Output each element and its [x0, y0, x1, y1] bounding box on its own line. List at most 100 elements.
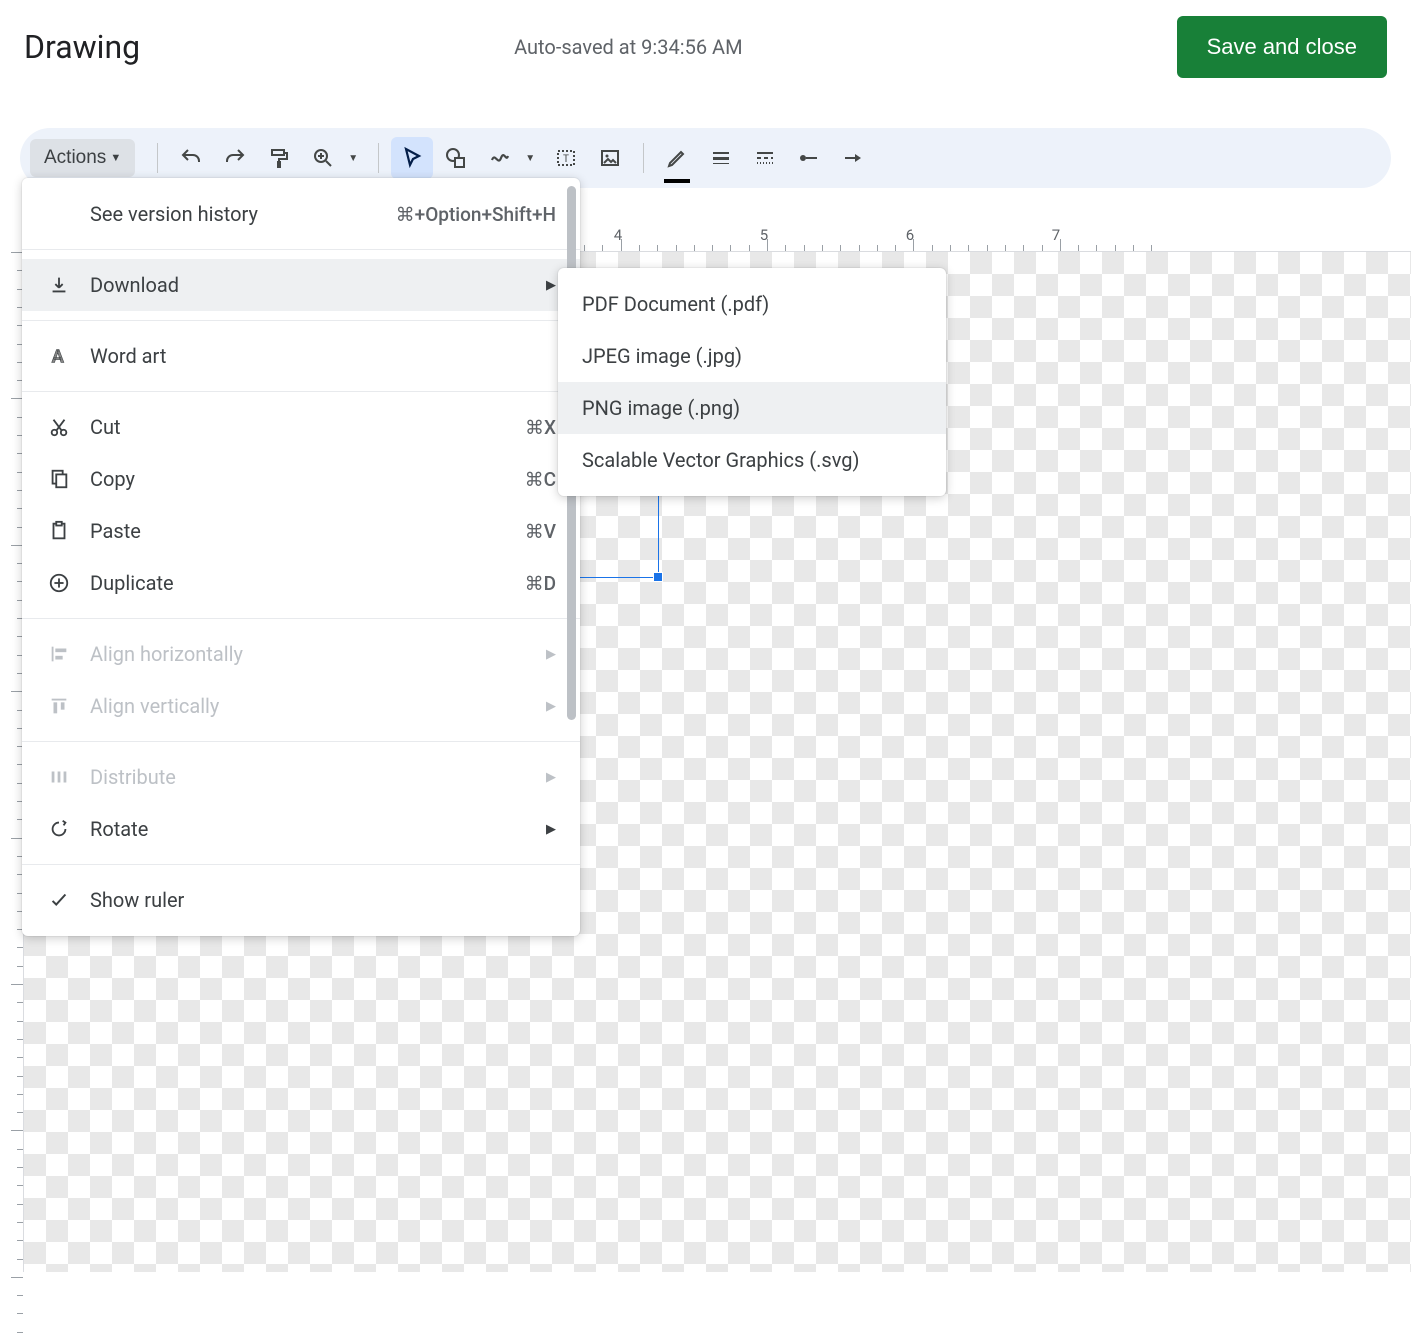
- menu-item-label: Rotate: [90, 817, 538, 841]
- line-tool-button[interactable]: [479, 137, 521, 179]
- actions-menu-button[interactable]: Actions ▼: [30, 139, 135, 177]
- menu-item-shortcut: ⌘+Option+Shift+H: [396, 203, 556, 226]
- submenu-item-label: PNG image (.png): [582, 396, 740, 420]
- menu-separator: [22, 618, 580, 619]
- submenu-arrow-icon: ▶: [546, 770, 556, 785]
- menu-item-label: Cut: [90, 415, 525, 439]
- submenu-item-label: JPEG image (.jpg): [582, 344, 742, 368]
- border-color-swatch: [664, 179, 690, 183]
- submenu-arrow-icon: ▶: [546, 278, 556, 293]
- word-art-icon: A: [46, 343, 72, 369]
- actions-label: Actions: [44, 147, 106, 169]
- menu-item-label: Align horizontally: [90, 642, 538, 666]
- menu-item-paste[interactable]: Paste ⌘V: [22, 505, 580, 557]
- undo-button[interactable]: [170, 137, 212, 179]
- border-weight-button[interactable]: [700, 137, 742, 179]
- menu-item-shortcut: ⌘X: [525, 416, 556, 439]
- submenu-arrow-icon: ▶: [546, 699, 556, 714]
- download-icon: [46, 272, 72, 298]
- shape-tool-button[interactable]: [435, 137, 477, 179]
- redo-button[interactable]: [214, 137, 256, 179]
- svg-text:A: A: [52, 346, 65, 367]
- submenu-item-label: Scalable Vector Graphics (.svg): [582, 448, 859, 472]
- menu-item-label: Duplicate: [90, 571, 525, 595]
- textbox-tool-button[interactable]: T: [545, 137, 587, 179]
- paint-format-button[interactable]: [258, 137, 300, 179]
- cursor-icon: [400, 146, 424, 170]
- vertical-ruler: [0, 252, 24, 1272]
- line-start-button[interactable]: [788, 137, 830, 179]
- redo-icon: [223, 146, 247, 170]
- menu-item-label: Show ruler: [90, 888, 556, 912]
- menu-item-label: Distribute: [90, 765, 538, 789]
- save-and-close-button[interactable]: Save and close: [1177, 16, 1387, 78]
- border-dash-button[interactable]: [744, 137, 786, 179]
- image-icon: [598, 146, 622, 170]
- menu-item-distribute: Distribute ▶: [22, 751, 580, 803]
- line-end-button[interactable]: [832, 137, 874, 179]
- menu-separator: [22, 741, 580, 742]
- toolbar-separator: [643, 143, 644, 173]
- menu-item-label: Paste: [90, 519, 525, 543]
- menu-item-shortcut: ⌘C: [525, 468, 556, 491]
- paint-roller-icon: [267, 146, 291, 170]
- menu-item-copy[interactable]: Copy ⌘C: [22, 453, 580, 505]
- undo-icon: [179, 146, 203, 170]
- menu-item-word-art[interactable]: A Word art: [22, 330, 580, 382]
- actions-dropdown-menu: See version history ⌘+Option+Shift+H Dow…: [22, 178, 580, 936]
- menu-item-download[interactable]: Download ▶: [22, 259, 580, 311]
- line-dropdown[interactable]: ▼: [523, 153, 537, 164]
- download-submenu: PDF Document (.pdf) JPEG image (.jpg) PN…: [558, 268, 946, 496]
- duplicate-icon: [46, 570, 72, 596]
- menu-item-rotate[interactable]: Rotate ▶: [22, 803, 580, 855]
- menu-item-label: See version history: [90, 202, 396, 226]
- pencil-icon: [665, 146, 689, 170]
- line-end-icon: [841, 146, 865, 170]
- menu-item-show-ruler[interactable]: Show ruler: [22, 874, 580, 926]
- cut-icon: [46, 414, 72, 440]
- toolbar-separator: [157, 143, 158, 173]
- scribble-icon: [488, 146, 512, 170]
- image-tool-button[interactable]: [589, 137, 631, 179]
- line-start-icon: [797, 146, 821, 170]
- menu-separator: [22, 249, 580, 250]
- submenu-item-svg[interactable]: Scalable Vector Graphics (.svg): [558, 434, 946, 486]
- submenu-item-label: PDF Document (.pdf): [582, 292, 769, 316]
- dialog-header: Drawing Auto-saved at 9:34:56 AM Save an…: [0, 0, 1411, 98]
- copy-icon: [46, 466, 72, 492]
- select-tool-button[interactable]: [391, 137, 433, 179]
- submenu-arrow-icon: ▶: [546, 822, 556, 837]
- blank-icon: [46, 201, 72, 227]
- zoom-icon: [311, 146, 335, 170]
- shapes-icon: [444, 146, 468, 170]
- autosave-status: Auto-saved at 9:34:56 AM: [100, 35, 1156, 59]
- zoom-dropdown[interactable]: ▼: [346, 153, 360, 164]
- menu-separator: [22, 391, 580, 392]
- submenu-item-pdf[interactable]: PDF Document (.pdf): [558, 278, 946, 330]
- line-weight-icon: [709, 146, 733, 170]
- menu-item-cut[interactable]: Cut ⌘X: [22, 401, 580, 453]
- menu-item-duplicate[interactable]: Duplicate ⌘D: [22, 557, 580, 609]
- caret-down-icon: ▼: [110, 152, 121, 164]
- menu-item-shortcut: ⌘D: [525, 572, 556, 595]
- menu-item-shortcut: ⌘V: [525, 520, 556, 543]
- textbox-icon: T: [554, 146, 578, 170]
- rotate-icon: [46, 816, 72, 842]
- submenu-item-png[interactable]: PNG image (.png): [558, 382, 946, 434]
- check-icon: [46, 887, 72, 913]
- align-vertical-icon: [46, 693, 72, 719]
- menu-item-align-vertically: Align vertically ▶: [22, 680, 580, 732]
- menu-item-label: Word art: [90, 344, 556, 368]
- line-dash-icon: [753, 146, 777, 170]
- zoom-button[interactable]: [302, 137, 344, 179]
- resize-handle-se[interactable]: [653, 572, 663, 582]
- border-color-button[interactable]: [656, 137, 698, 179]
- menu-item-label: Align vertically: [90, 694, 538, 718]
- submenu-arrow-icon: ▶: [546, 647, 556, 662]
- submenu-item-jpeg[interactable]: JPEG image (.jpg): [558, 330, 946, 382]
- menu-item-align-horizontally: Align horizontally ▶: [22, 628, 580, 680]
- svg-text:T: T: [563, 154, 569, 165]
- menu-item-version-history[interactable]: See version history ⌘+Option+Shift+H: [22, 188, 580, 240]
- distribute-icon: [46, 764, 72, 790]
- menu-item-label: Download: [90, 273, 538, 297]
